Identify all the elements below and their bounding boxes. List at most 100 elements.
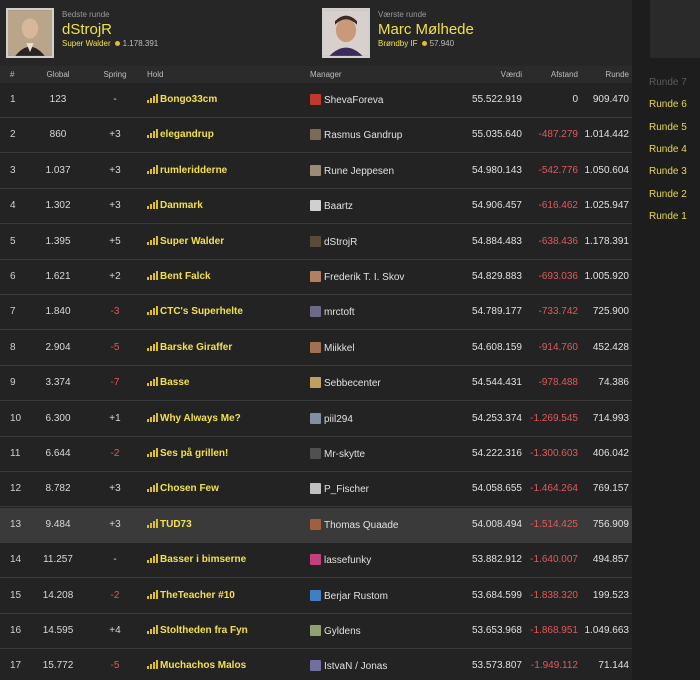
round-link[interactable]: Runde 6 <box>649 99 687 110</box>
value-cell: 53.653.968 <box>471 625 522 636</box>
round-link[interactable]: Runde 2 <box>649 189 687 200</box>
team-link[interactable]: elegandrup <box>147 129 214 140</box>
manager-link[interactable]: Gyldens <box>310 625 361 637</box>
rank-cell: 14 <box>10 554 22 566</box>
signal-bars-icon <box>147 518 158 528</box>
table-row[interactable]: 12 8.782 +3 Chosen Few P_Fischer 54.058.655 -1… <box>0 472 632 508</box>
manager-link[interactable]: Berjar Rustom <box>310 589 388 602</box>
manager-link[interactable]: Frederik T. I. Skov <box>310 271 404 283</box>
worst-round-team[interactable]: Brøndby IF <box>378 39 418 48</box>
manager-name: piil294 <box>324 413 353 425</box>
manager-link[interactable]: IstvaN / Jonas <box>310 660 387 672</box>
team-link[interactable]: Why Always Me? <box>147 412 241 424</box>
team-link[interactable]: Barske Giraffer <box>147 341 232 353</box>
manager-link[interactable]: Rasmus Gandrup <box>310 129 402 141</box>
spring-cell: -5 <box>110 341 120 353</box>
best-round-points: 1.178.391 <box>122 39 159 48</box>
team-link[interactable]: CTC's Superhelte <box>147 306 243 317</box>
table-row[interactable]: 4 1.302 +3 Danmark Baartz 54.906.457 -616.462 1… <box>0 189 632 225</box>
table-row[interactable]: 16 14.595 +4 Stoltheden fra Fyn Gyldens 53.65… <box>0 614 632 649</box>
table-row[interactable]: 13 9.484 +3 TUD73 Thomas Quaade 54.008.494 -1.… <box>0 507 632 543</box>
round-link[interactable]: Runde 4 <box>649 144 687 155</box>
col-rank[interactable]: # <box>10 70 14 79</box>
manager-link[interactable]: lassefunky <box>310 554 371 566</box>
manager-link[interactable]: Miikkel <box>310 341 355 354</box>
team-name: Danmark <box>160 200 203 212</box>
manager-link[interactable]: mrctoft <box>310 306 355 318</box>
manager-link[interactable]: Thomas Quaade <box>310 518 399 531</box>
table-row[interactable]: 5 1.395 +5 Super Walder dStrojR 54.884.483 -63… <box>0 225 632 260</box>
round-link[interactable]: Runde 5 <box>649 122 687 133</box>
round-points-cell: 725.900 <box>592 306 629 318</box>
manager-name: lassefunky <box>324 555 372 567</box>
table-row[interactable]: 9 3.374 -7 Basse Sebbecenter 54.544.431 -978.4… <box>0 366 632 402</box>
signal-bars-icon <box>147 94 158 103</box>
col-team[interactable]: Hold <box>147 70 163 79</box>
signal-bars-icon <box>147 200 158 210</box>
col-manager[interactable]: Manager <box>310 70 342 79</box>
global-cell: 14.208 <box>42 589 74 601</box>
manager-link[interactable]: Sebbecenter <box>310 377 381 389</box>
manager-link[interactable]: Mr-skytte <box>310 448 365 460</box>
distance-cell: -1.464.264 <box>530 483 578 495</box>
table-row[interactable]: 15 14.208 -2 TheTeacher #10 Berjar Rustom 53.… <box>0 579 632 614</box>
round-points-cell: 756.909 <box>592 518 629 530</box>
team-link[interactable]: Super Walder <box>147 235 224 247</box>
manager-link[interactable]: piil294 <box>310 412 353 425</box>
worst-round-manager[interactable]: Marc Mølhede <box>378 21 474 38</box>
global-cell: 1.840 <box>45 306 71 318</box>
manager-name: dStrojR <box>324 236 358 248</box>
team-link[interactable]: Danmark <box>147 200 203 211</box>
col-global[interactable]: Global <box>38 70 78 79</box>
best-round-manager[interactable]: dStrojR <box>62 21 112 38</box>
table-row[interactable]: 10 6.300 +1 Why Always Me? piil294 54.253.374… <box>0 402 632 437</box>
col-round[interactable]: Runde <box>578 70 629 79</box>
manager-link[interactable]: Rune Jeppesen <box>310 164 394 177</box>
col-distance[interactable]: Afstand <box>522 70 578 79</box>
round-selector-box <box>650 0 700 58</box>
global-cell: 3.374 <box>45 377 71 389</box>
manager-link[interactable]: P_Fischer <box>310 483 369 495</box>
table-row[interactable]: 17 15.772 -5 Muchachos Malos IstvaN / Jonas 5… <box>0 649 632 680</box>
col-spring[interactable]: Spring <box>100 70 130 79</box>
table-row[interactable]: 2 860 +3 elegandrup Rasmus Gandrup 55.035.640… <box>0 118 632 154</box>
best-round-team[interactable]: Super Walder <box>62 39 111 48</box>
table-row[interactable]: 1 123 - Bongo33cm ShevaForeva 55.522.919 0 909.… <box>0 83 632 118</box>
global-cell: 1.395 <box>45 235 71 247</box>
team-name: rumleridderne <box>160 164 228 176</box>
table-row[interactable]: 11 6.644 -2 Ses på grillen! Mr-skytte 54.222.… <box>0 437 632 472</box>
team-link[interactable]: Basser i bimserne <box>147 554 246 565</box>
global-cell: 14.595 <box>42 625 74 636</box>
team-link[interactable]: Chosen Few <box>147 483 219 494</box>
team-name: TheTeacher #10 <box>160 589 235 601</box>
table-row[interactable]: 3 1.037 +3 rumleridderne Rune Jeppesen 54.980… <box>0 154 632 189</box>
team-link[interactable]: Ses på grillen! <box>147 448 228 459</box>
team-link[interactable]: TheTeacher #10 <box>147 589 235 601</box>
spring-cell: - <box>113 94 117 105</box>
team-link[interactable]: Muchachos Malos <box>147 660 246 671</box>
team-link[interactable]: rumleridderne <box>147 164 228 176</box>
value-cell: 54.544.431 <box>471 377 522 389</box>
round-points-cell: 769.157 <box>592 483 629 495</box>
table-row[interactable]: 8 2.904 -5 Barske Giraffer Miikkel 54.608.159… <box>0 331 632 366</box>
team-link[interactable]: Basse <box>147 377 189 388</box>
team-link[interactable]: TUD73 <box>147 518 192 530</box>
manager-link[interactable]: Baartz <box>310 200 353 212</box>
col-value[interactable]: Værdi <box>440 70 522 79</box>
manager-avatar <box>310 271 321 282</box>
round-link[interactable]: Runde 1 <box>649 211 687 222</box>
signal-bars-icon <box>147 235 158 245</box>
round-link[interactable]: Runde 3 <box>649 166 687 177</box>
table-row[interactable]: 6 1.621 +2 Bent Falck Frederik T. I. Skov 54.… <box>0 260 632 295</box>
round-points-cell: 714.993 <box>592 412 629 424</box>
best-round-meta: Super Walder 1.178.391 <box>62 39 158 48</box>
team-name: elegandrup <box>160 129 214 141</box>
table-row[interactable]: 14 11.257 - Basser i bimserne lassefunky 53.8… <box>0 543 632 579</box>
table-row[interactable]: 7 1.840 -3 CTC's Superhelte mrctoft 54.789.17… <box>0 295 632 331</box>
manager-link[interactable]: dStrojR <box>310 235 358 248</box>
team-link[interactable]: Bongo33cm <box>147 94 217 105</box>
team-link[interactable]: Bent Falck <box>147 271 211 282</box>
manager-link[interactable]: ShevaForeva <box>310 94 383 106</box>
round-points-cell: 909.470 <box>592 94 629 105</box>
team-link[interactable]: Stoltheden fra Fyn <box>147 625 248 636</box>
